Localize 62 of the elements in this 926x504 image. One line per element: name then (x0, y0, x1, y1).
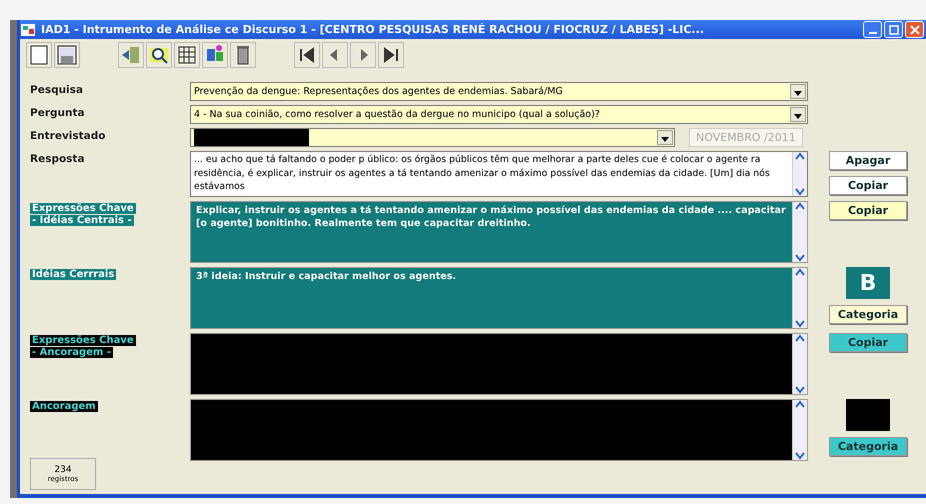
scroll-down-icon[interactable] (795, 320, 805, 328)
close-icon (910, 24, 920, 34)
minimize-icon (868, 32, 876, 34)
scroll-down-icon[interactable] (795, 452, 805, 460)
search-icon[interactable] (146, 42, 172, 68)
app-icon (20, 22, 36, 36)
field-label: Entrevistado (30, 129, 106, 142)
section-label: Ancoragem (30, 401, 98, 412)
field-label: Pergunta (30, 106, 86, 119)
scrollbar[interactable] (792, 268, 807, 328)
action-button[interactable]: Categoria (828, 305, 908, 324)
text-area[interactable] (190, 333, 808, 395)
first-record-icon[interactable] (294, 42, 320, 68)
answer-text: ... eu acho que tá faltando o poder p úblico: os órgãos públicos têm que melhorar a parte deles cue é colocar o agente ra residência, é explicar, instruir os agentes a tá tentando amenizar o máximo possível das endemias da cidade. [Um] dia nós estávamos (193, 153, 771, 194)
action-button[interactable]: Copiar (829, 333, 907, 352)
section-text: Explicar, instruir os agentes a tá tentando amenizar o máximo possível das endemias da cidade .... capacitar [o agente] bonitinho. Realmente tem que capacitar dreitinho. (195, 204, 787, 231)
section-label: - Ancoragem - (30, 347, 113, 358)
scroll-up-icon[interactable] (795, 202, 805, 210)
section-text: 3ª ideia: Instruir e capacitar melhor os agentes. (195, 270, 458, 284)
scrollbar[interactable] (792, 334, 807, 394)
save-icon[interactable] (54, 42, 80, 68)
text-area[interactable]: Explicar, instruir os agentes a tá tentando amenizar o máximo possível das endemias da cidade .... capacitar [o agente] bonitinho. Realmente tem que capacitar dreitinho. (190, 201, 808, 263)
last-record-icon[interactable] (378, 42, 404, 68)
action-button[interactable]: Categoria (828, 437, 908, 456)
dropdown-field[interactable]: 4 - Na sua coinião, como resolver a questão da dergue no municipo (qual a solução)? (190, 105, 808, 124)
field-label: Resposta (30, 152, 86, 165)
action-button[interactable]: Copiar (829, 201, 907, 220)
trash-icon[interactable] (230, 42, 256, 68)
field-label: Pesquisa (30, 83, 84, 96)
dropdown-field[interactable] (190, 128, 675, 147)
scroll-down-icon[interactable] (795, 254, 805, 262)
action-button[interactable]: Apagar (829, 151, 907, 170)
category-box: B (846, 267, 890, 299)
date-field: NOVEMBRO /2011 (689, 128, 803, 147)
scrollbar[interactable] (792, 400, 807, 460)
answer-field[interactable] (190, 151, 808, 197)
maximize-button[interactable] (884, 21, 903, 38)
section-label: Idéias Cerrrais (30, 269, 116, 280)
scroll-up-icon[interactable] (795, 400, 805, 408)
new-document-icon[interactable] (26, 42, 52, 68)
scrollbar[interactable] (792, 152, 807, 196)
action-button[interactable]: Copiar (829, 176, 907, 195)
scrollbar[interactable] (792, 202, 807, 262)
maximize-icon (888, 24, 898, 34)
scroll-up-icon[interactable] (795, 268, 805, 276)
next-icon[interactable] (350, 42, 376, 68)
close-button[interactable] (905, 21, 924, 38)
section-label: Expressões Chave (30, 335, 136, 346)
previous-icon[interactable] (322, 42, 348, 68)
exit-door-icon[interactable] (118, 42, 144, 68)
section-label: - Idéias Centrais - (30, 215, 134, 226)
section-label: Expressões Chave (30, 203, 136, 214)
scroll-down-icon[interactable] (795, 386, 805, 394)
dropdown-field[interactable]: Prevenção da dengue: Representações dos agentes de endemias. Sabará/MG (190, 82, 808, 101)
text-area[interactable] (190, 399, 808, 461)
minimize-button[interactable] (863, 21, 882, 38)
grid-icon[interactable] (174, 42, 200, 68)
scroll-up-icon[interactable] (795, 152, 805, 160)
window-title: IAD1 - Intrumento de Análise ce Discurso 1 - [CENTRO PESQUISAS RENÉ RACHOU / FIOCRUZ / LABES] -LIC... (41, 23, 705, 36)
scroll-up-icon[interactable] (795, 334, 805, 342)
text-area[interactable]: 3ª ideia: Instruir e capacitar melhor os agentes. (190, 267, 808, 329)
scroll-down-icon[interactable] (795, 188, 805, 196)
